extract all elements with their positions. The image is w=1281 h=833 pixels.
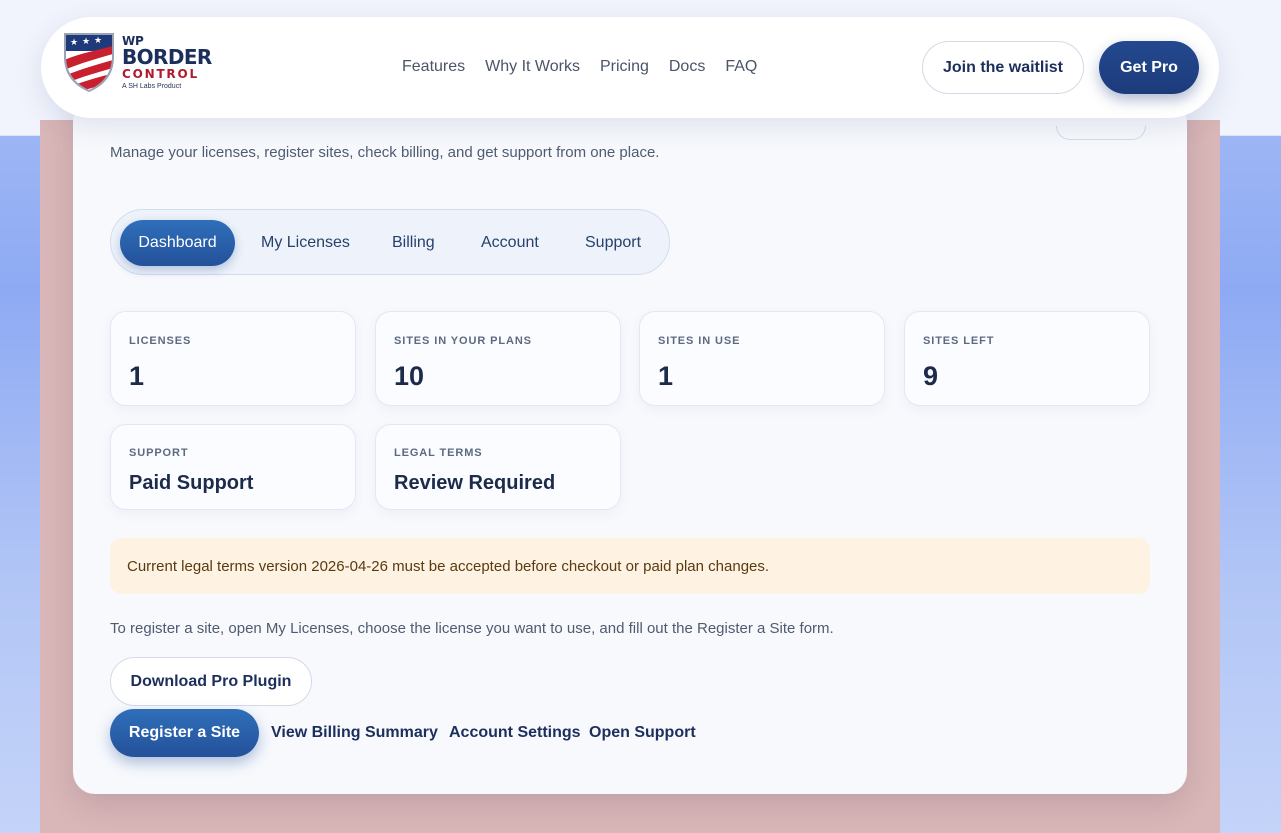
stat-value: 1 <box>658 361 674 391</box>
svg-text:★: ★ <box>94 36 102 46</box>
logo-tagline: A SH Labs Product <box>122 83 182 90</box>
stat-card-licenses: LICENSES 1 <box>110 311 356 406</box>
stat-value: 1 <box>129 361 145 391</box>
tab-billing[interactable]: Billing <box>392 220 435 266</box>
nav-link-docs[interactable]: Docs <box>669 58 705 76</box>
legal-terms-alert: Current legal terms version 2026-04-26 m… <box>110 538 1150 594</box>
nav-link-pricing[interactable]: Pricing <box>600 58 649 76</box>
stat-card-sites-left: SITES LEFT 9 <box>904 311 1150 406</box>
open-support-link[interactable]: Open Support <box>589 724 696 742</box>
stat-value: 10 <box>394 361 425 391</box>
tab-support[interactable]: Support <box>585 220 641 266</box>
stat-label: SUPPORT <box>129 447 189 459</box>
tab-my-licenses[interactable]: My Licenses <box>261 220 350 266</box>
stat-card-sites-in-use: SITES IN USE 1 <box>639 311 885 406</box>
stat-card-sites-in-plans: SITES IN YOUR PLANS 10 <box>375 311 621 406</box>
register-site-button[interactable]: Register a Site <box>110 709 259 757</box>
stat-card-support: SUPPORT Paid Support <box>110 424 356 510</box>
register-instructions: To register a site, open My Licenses, ch… <box>110 620 834 637</box>
join-waitlist-button[interactable]: Join the waitlist <box>922 41 1084 94</box>
stat-label: LEGAL TERMS <box>394 447 483 459</box>
svg-text:★: ★ <box>82 37 90 47</box>
dashboard-tabs: Dashboard My Licenses Billing Account Su… <box>110 209 670 275</box>
page-subtitle: Manage your licenses, register sites, ch… <box>110 144 660 161</box>
shield-logo-icon: ★ ★ ★ <box>64 33 114 92</box>
logo-border-text: BORDER <box>122 45 212 69</box>
view-billing-summary-link[interactable]: View Billing Summary <box>271 724 438 742</box>
header-action-pill-edge <box>1056 126 1146 140</box>
brand-logo[interactable]: ★ ★ ★ WP BORDER CONTROL A SH Labs Produc… <box>62 31 242 99</box>
primary-nav: Features Why It Works Pricing Docs FAQ <box>402 58 757 76</box>
stat-value: Review Required <box>394 472 556 494</box>
nav-link-faq[interactable]: FAQ <box>725 58 757 76</box>
stat-label: SITES LEFT <box>923 335 995 347</box>
stat-value: 9 <box>923 361 939 391</box>
stat-label: SITES IN YOUR PLANS <box>394 335 532 347</box>
stat-value: Paid Support <box>129 472 254 494</box>
tab-dashboard[interactable]: Dashboard <box>120 220 235 266</box>
nav-link-features[interactable]: Features <box>402 58 465 76</box>
account-settings-link[interactable]: Account Settings <box>449 724 581 742</box>
stat-label: SITES IN USE <box>658 335 741 347</box>
tab-account[interactable]: Account <box>481 220 539 266</box>
download-pro-plugin-button[interactable]: Download Pro Plugin <box>110 657 312 706</box>
navbar: ★ ★ ★ WP BORDER CONTROL A SH Labs Produc… <box>41 17 1219 118</box>
nav-link-why-it-works[interactable]: Why It Works <box>485 58 580 76</box>
svg-text:★: ★ <box>70 38 78 48</box>
logo-control-text: CONTROL <box>122 67 199 81</box>
alert-text: Current legal terms version 2026-04-26 m… <box>127 558 770 575</box>
stat-card-legal-terms: LEGAL TERMS Review Required <box>375 424 621 510</box>
get-pro-button[interactable]: Get Pro <box>1099 41 1199 94</box>
stat-label: LICENSES <box>129 335 192 347</box>
